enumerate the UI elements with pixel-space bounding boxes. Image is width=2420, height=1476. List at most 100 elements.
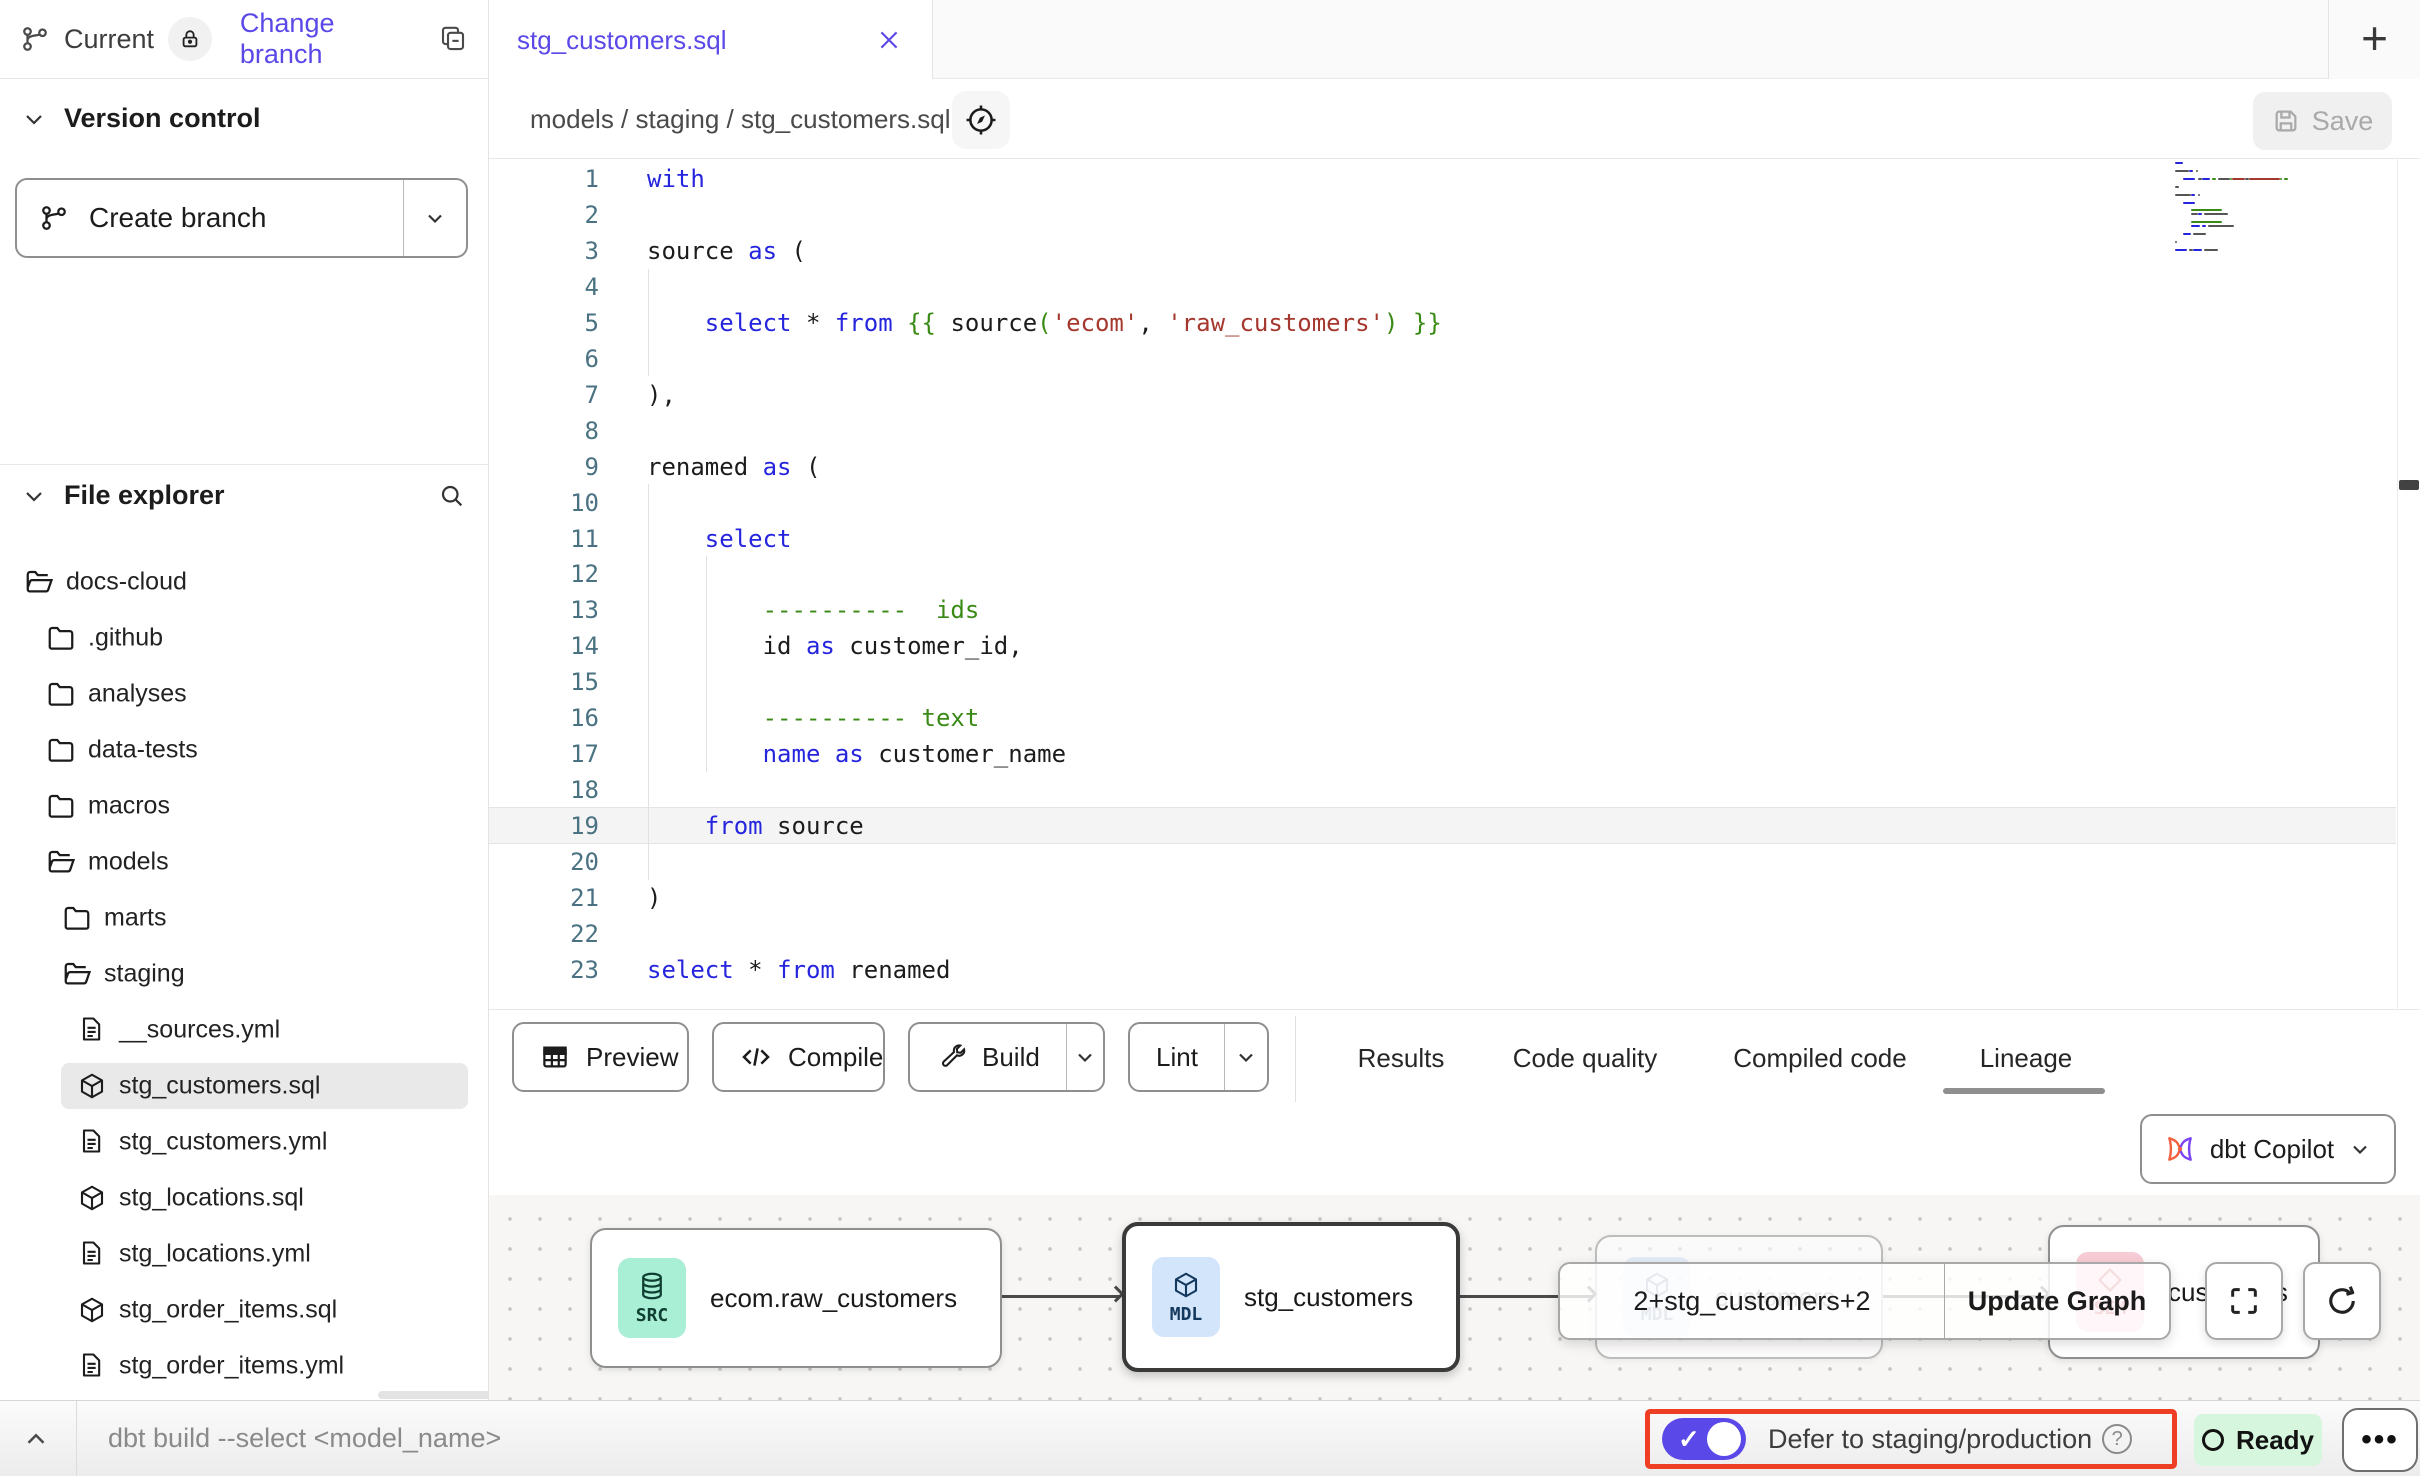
lineage-node-stg-customers[interactable]: MDLstg_customers (1122, 1222, 1460, 1372)
file-tree-item-marts[interactable]: marts (0, 890, 488, 946)
button-label: Preview (586, 1042, 678, 1073)
chevron-down-icon (2348, 1137, 2372, 1161)
lineage-canvas[interactable]: SRC ecom.raw_customers MDLstg_customersMDL… (489, 1195, 2420, 1400)
code-line-13: 13 ---------- ids (489, 592, 2420, 628)
version-control-section-header[interactable]: Version control (22, 103, 261, 134)
new-tab-button[interactable]: + (2328, 0, 2420, 79)
refresh-button[interactable] (2303, 1262, 2381, 1340)
file-tree-item-stg-order-items-sql[interactable]: stg_order_items.sql (0, 1282, 488, 1338)
code-line-14: 14 id as customer_id, (489, 628, 2420, 664)
collapse-panel-button[interactable] (18, 1424, 54, 1454)
copy-icon[interactable] (438, 24, 468, 54)
sidebar: Current Change branch Version control (0, 0, 489, 1400)
tab-compiled-code[interactable]: Compiled code (1733, 1011, 1906, 1105)
line-number: 2 (489, 197, 599, 233)
create-branch-dropdown[interactable] (403, 180, 466, 256)
code-text: with (647, 161, 705, 197)
node-label: ecom.raw_customers (710, 1283, 957, 1314)
breadcrumb: models / staging / stg_customers.sql (530, 80, 951, 158)
file-tree-item-macros[interactable]: macros (0, 778, 488, 834)
button-label: Compile (788, 1042, 883, 1073)
file-tree-item-analyses[interactable]: analyses (0, 666, 488, 722)
change-branch-link[interactable]: Change branch (240, 8, 424, 70)
model-cube-icon (77, 1071, 107, 1101)
model-cube-icon (77, 1183, 107, 1213)
line-number: 20 (489, 844, 599, 880)
line-number: 14 (489, 628, 599, 664)
file-tree-item-staging[interactable]: staging (0, 946, 488, 1002)
line-number: 15 (489, 664, 599, 700)
tab-code-quality[interactable]: Code quality (1513, 1011, 1658, 1105)
editor-scrollbar-thumb[interactable] (2399, 480, 2419, 490)
command-input[interactable]: dbt build --select <model_name> (108, 1400, 501, 1476)
folder-icon (62, 903, 92, 933)
code-line-9: 9renamed as ( (489, 449, 2420, 485)
lineage-node-ecom-raw-customers[interactable]: SRC ecom.raw_customers (590, 1228, 1002, 1368)
folder-open-icon (24, 567, 54, 597)
file-tree-item-label: stg_locations.yml (119, 1240, 311, 1269)
file-tree-item-label: __sources.yml (119, 1016, 280, 1045)
annotation-highlight: ✓ Defer to staging/production ? (1645, 1409, 2177, 1469)
database-icon (637, 1271, 667, 1301)
file-tree-item-stg-locations-yml[interactable]: stg_locations.yml (0, 1226, 488, 1282)
save-button[interactable]: Save (2253, 92, 2392, 150)
line-number: 3 (489, 233, 599, 269)
lineage-selector-input[interactable]: 2+stg_customers+2 (1560, 1264, 1945, 1338)
file-tree-item--sources-yml[interactable]: __sources.yml (0, 1002, 488, 1058)
code-editor[interactable]: 1with23source as (45 select * from {{ so… (489, 158, 2420, 1010)
help-icon[interactable]: ? (2102, 1424, 2132, 1454)
compass-icon (964, 103, 998, 137)
current-branch-label: Current (64, 24, 154, 55)
node-badge-label: MDL (1170, 1304, 1203, 1325)
preview-button[interactable]: Preview (512, 1022, 689, 1092)
tab-stg-customers[interactable]: stg_customers.sql (489, 0, 932, 80)
minimap[interactable] (2175, 162, 2401, 272)
file-explorer-section-header[interactable]: File explorer (22, 480, 466, 511)
file-tree-item-label: .github (88, 624, 163, 653)
file-tree-item-stg-customers-yml[interactable]: stg_customers.yml (0, 1114, 488, 1170)
code-line-7: 7), (489, 377, 2420, 413)
build-button[interactable]: Build (908, 1022, 1105, 1092)
line-number: 18 (489, 772, 599, 808)
file-tree-item-stg-locations-sql[interactable]: stg_locations.sql (0, 1170, 488, 1226)
statusbar-divider (76, 1401, 77, 1476)
file-tree-item-stg-customers-sql[interactable]: stg_customers.sql (0, 1058, 488, 1114)
update-graph-button[interactable]: Update Graph (1945, 1264, 2169, 1338)
file-tree-item-data-tests[interactable]: data-tests (0, 722, 488, 778)
line-number: 12 (489, 556, 599, 592)
file-tree-item-label: stg_customers.sql (119, 1072, 320, 1101)
line-number: 10 (489, 485, 599, 521)
defer-toggle[interactable]: ✓ (1662, 1418, 1746, 1460)
file-tree-item-stg-order-items-yml[interactable]: stg_order_items.yml (0, 1338, 488, 1394)
tabbar-background (932, 0, 2420, 79)
file-tree-item--github[interactable]: .github (0, 610, 488, 666)
file-tree-item-models[interactable]: models (0, 834, 488, 890)
sidebar-hscrollbar[interactable] (378, 1391, 496, 1399)
copilot-compass-chip[interactable] (952, 91, 1010, 149)
code-line-4: 4 (489, 269, 2420, 305)
code-line-23: 23select * from renamed (489, 952, 2420, 988)
tab-results[interactable]: Results (1358, 1011, 1445, 1105)
close-icon[interactable] (876, 27, 902, 53)
more-options-button[interactable]: ••• (2342, 1408, 2418, 1472)
model-cube-icon (77, 1295, 107, 1325)
fullscreen-button[interactable] (2205, 1262, 2283, 1340)
code-line-20: 20 (489, 844, 2420, 880)
file-tree-item-label: analyses (88, 680, 187, 709)
lint-button[interactable]: Lint (1128, 1022, 1269, 1092)
build-dropdown[interactable] (1066, 1024, 1103, 1090)
file-tree-item-label: staging (104, 960, 185, 989)
dbt-copilot-button[interactable]: dbt Copilot (2140, 1114, 2396, 1184)
line-number: 17 (489, 736, 599, 772)
create-branch-button[interactable]: Create branch (15, 178, 468, 258)
code-line-17: 17 name as customer_name (489, 736, 2420, 772)
lint-dropdown[interactable] (1224, 1024, 1267, 1090)
node-type-badge: SRC (618, 1258, 686, 1338)
tab-title: stg_customers.sql (517, 25, 727, 56)
file-tree-item-label: stg_customers.yml (119, 1128, 327, 1157)
file-tree-item-label: docs-cloud (66, 568, 187, 597)
refresh-icon (2324, 1283, 2360, 1319)
compile-button[interactable]: Compile (712, 1022, 885, 1092)
search-icon[interactable] (438, 482, 466, 510)
file-tree-item-docs-cloud[interactable]: docs-cloud (0, 554, 488, 610)
